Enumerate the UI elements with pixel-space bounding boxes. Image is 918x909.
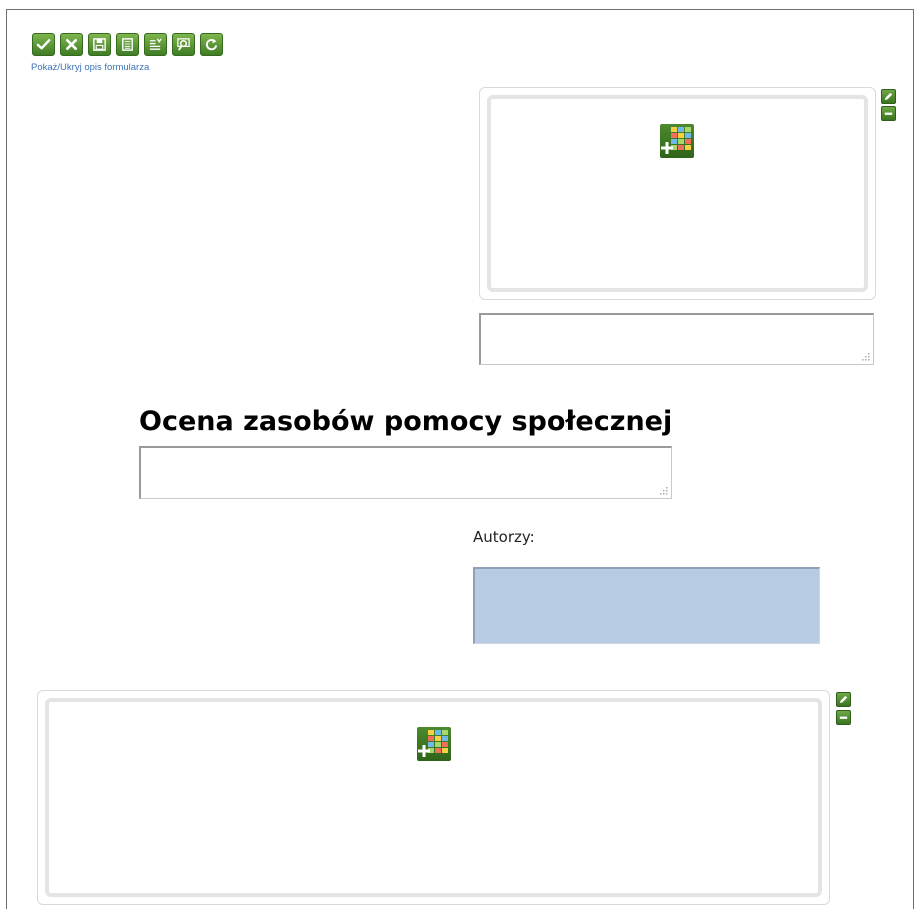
add-table-graphic — [661, 127, 691, 154]
form-title: Ocena zasobów pomocy społecznej — [139, 406, 673, 437]
top-description-textarea[interactable] — [479, 313, 874, 365]
pencil-icon — [884, 92, 893, 101]
minus-icon — [884, 112, 893, 115]
export-button[interactable] — [144, 33, 167, 56]
edit-bottom-panel-button[interactable] — [836, 692, 851, 707]
title-textarea[interactable] — [139, 446, 672, 499]
authors-field[interactable] — [473, 567, 820, 644]
x-icon — [65, 38, 78, 51]
magnifier-icon — [177, 38, 190, 51]
remove-bottom-panel-button[interactable] — [836, 710, 851, 725]
refresh-button[interactable] — [200, 33, 223, 56]
toggle-description-link[interactable]: Pokaż/Ukryj opis formularza — [31, 62, 149, 73]
cancel-button[interactable] — [60, 33, 83, 56]
document-arrow-icon — [149, 38, 162, 50]
minus-icon — [839, 716, 848, 719]
authors-label: Autorzy: — [473, 528, 535, 546]
resize-grip-icon[interactable] — [862, 353, 870, 361]
save-as-button[interactable] — [116, 33, 139, 56]
form-toolbar — [32, 33, 223, 56]
add-table-icon[interactable] — [660, 124, 694, 158]
save-button[interactable] — [88, 33, 111, 56]
remove-top-panel-button[interactable] — [881, 106, 896, 121]
edit-top-panel-button[interactable] — [881, 89, 896, 104]
check-icon — [36, 39, 51, 50]
pencil-icon — [839, 695, 848, 704]
add-table-graphic — [418, 730, 448, 757]
document-list-icon — [122, 38, 133, 51]
refresh-icon — [205, 38, 218, 51]
bottom-content-panel — [37, 690, 830, 905]
floppy-disk-icon — [93, 38, 106, 51]
accept-button[interactable] — [32, 33, 55, 56]
add-table-icon[interactable] — [417, 727, 451, 761]
resize-grip-icon[interactable] — [660, 487, 668, 495]
preview-button[interactable] — [172, 33, 195, 56]
top-content-panel — [479, 87, 876, 300]
